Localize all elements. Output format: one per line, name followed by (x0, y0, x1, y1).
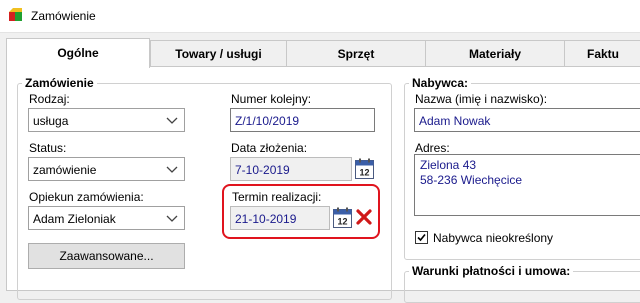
advanced-button[interactable]: Zaawansowane... (28, 243, 185, 269)
date-field-value: 7-10-2019 (235, 163, 290, 177)
status-select-value: zamówienie (33, 163, 97, 177)
tab-bar: Ogólne Towary / usługi Sprzęt Materiały … (0, 38, 640, 68)
address-line-2: 58-236 Wiechęcice (420, 173, 523, 187)
type-label: Rodzaj: (29, 92, 70, 106)
svg-text:12: 12 (337, 217, 347, 227)
buyer-address-label: Adres: (415, 141, 450, 155)
tab-equipment[interactable]: Sprzęt (286, 40, 426, 66)
address-line-1: Zielona 43 (420, 158, 477, 172)
number-field-value: Z/1/10/2019 (235, 114, 300, 128)
type-select[interactable]: usługa (28, 108, 185, 132)
payment-legend: Warunki płatności i umowa: (409, 264, 574, 278)
chevron-down-icon (166, 215, 178, 222)
tab-invoice[interactable]: Faktu (564, 40, 640, 66)
app-cube-icon (9, 8, 22, 21)
chevron-down-icon (166, 117, 178, 124)
tab-general[interactable]: Ogólne (6, 38, 150, 68)
buyer-name-value: Adam Nowak (419, 114, 491, 128)
chevron-down-icon (166, 166, 178, 173)
calendar-icon[interactable]: 12 (333, 207, 352, 228)
buyer-unknown-checkbox[interactable] (415, 231, 428, 244)
guardian-select[interactable]: Adam Zieloniak (28, 206, 185, 230)
buyer-unknown-label: Nabywca nieokreślony (433, 231, 554, 245)
guardian-label: Opiekun zamówienia: (29, 190, 144, 204)
calendar-icon[interactable]: 12 (355, 158, 374, 179)
clear-date-icon[interactable] (355, 208, 373, 226)
order-legend: Zamówienie (22, 76, 97, 90)
tab-materials[interactable]: Materiały (425, 40, 565, 66)
buyer-legend: Nabywca: (409, 76, 472, 90)
window-title: Zamówienie (31, 9, 96, 23)
buyer-name-field[interactable]: Adam Nowak (414, 108, 640, 132)
tab-goods-services[interactable]: Towary / usługi (150, 40, 287, 66)
title-bar: Zamówienie (0, 0, 640, 33)
deadline-field-value: 21-10-2019 (235, 212, 297, 226)
deadline-label: Termin realizacji: (232, 190, 322, 204)
date-field[interactable]: 7-10-2019 (230, 157, 352, 181)
status-select[interactable]: zamówienie (28, 157, 185, 181)
buyer-address-field[interactable]: Zielona 43 58-236 Wiechęcice (414, 154, 640, 216)
number-field[interactable]: Z/1/10/2019 (230, 108, 375, 132)
svg-text:12: 12 (359, 168, 369, 178)
deadline-field[interactable]: 21-10-2019 (230, 206, 330, 230)
guardian-select-value: Adam Zieloniak (33, 212, 116, 226)
date-label: Data złożenia: (231, 141, 308, 155)
buyer-name-label: Nazwa (imię i nazwisko): (415, 92, 548, 106)
status-label: Status: (29, 141, 67, 155)
number-label: Numer kolejny: (231, 92, 312, 106)
type-select-value: usługa (33, 114, 69, 128)
checkmark-icon (417, 233, 426, 242)
